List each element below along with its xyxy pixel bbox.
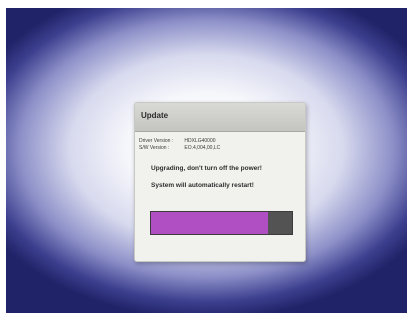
- progress-fill: [151, 212, 269, 234]
- driver-version-value: HDXLG40000: [184, 138, 216, 144]
- version-info: Driver Version : HDXLG40000 S/W Version …: [139, 138, 301, 152]
- dialog-title: Update: [141, 111, 169, 120]
- sw-version-label: S/W Version :: [139, 145, 170, 151]
- restart-message: System will automatically restart!: [151, 182, 254, 189]
- screen: Update Driver Version : HDXLG40000 S/W V…: [0, 0, 415, 321]
- progress-bar: [150, 211, 293, 235]
- sw-version-row: S/W Version : EO.4,004,00,LC: [139, 145, 301, 152]
- sw-version-value: EO.4,004,00,LC: [184, 145, 221, 151]
- driver-version-label: Driver Version :: [139, 138, 174, 144]
- power-warning-message: Upgrading, don't turn off the power!: [151, 165, 262, 172]
- driver-version-row: Driver Version : HDXLG40000: [139, 138, 301, 145]
- dialog-header: Update: [135, 103, 305, 132]
- tv-display: Update Driver Version : HDXLG40000 S/W V…: [6, 8, 407, 313]
- update-dialog: Update Driver Version : HDXLG40000 S/W V…: [134, 102, 306, 262]
